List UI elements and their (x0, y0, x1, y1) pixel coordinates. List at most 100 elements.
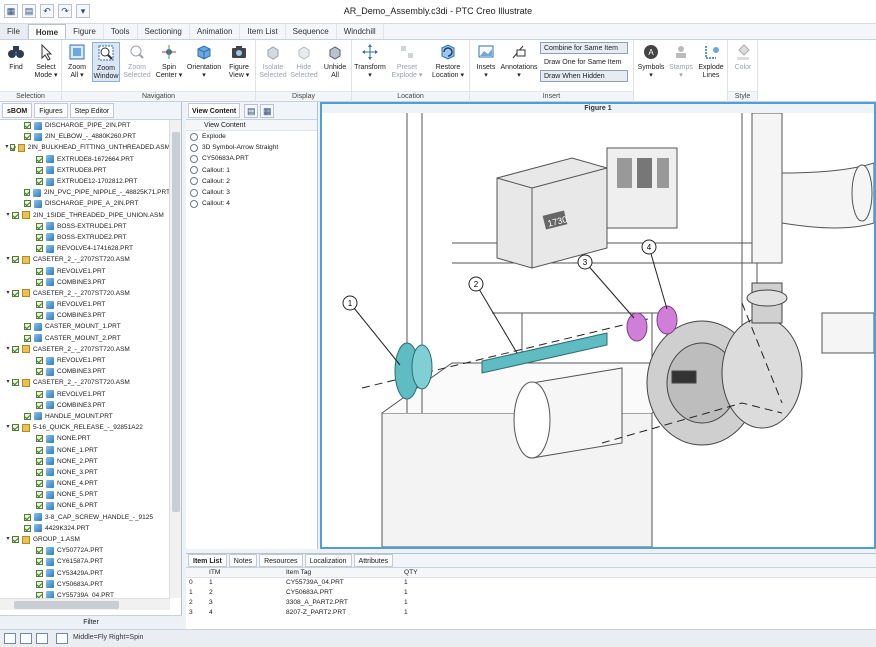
figure-view-button[interactable]: Figure View ▾ (224, 42, 254, 80)
visibility-checkbox[interactable] (36, 401, 43, 409)
tree-horizontal-scrollbar[interactable] (0, 598, 170, 610)
expand-arrow-icon[interactable]: ▾ (4, 288, 12, 299)
table-row[interactable]: 0 1 CY55739A_04.PRT 1 (186, 578, 876, 588)
view-content-item[interactable]: Explode (186, 131, 317, 142)
tree-row[interactable]: COMBINE3.PRT (0, 366, 170, 377)
tree-row[interactable]: ▾ CASETER_2_-_2707ST720.ASM (0, 288, 170, 299)
expand-arrow-icon[interactable]: ▾ (4, 344, 12, 355)
visibility-checkbox[interactable] (36, 245, 43, 253)
visibility-checkbox[interactable] (36, 468, 43, 476)
visibility-checkbox[interactable] (24, 412, 31, 420)
visibility-checkbox[interactable] (36, 569, 43, 577)
symbols-button[interactable]: A Symbols ▾ (636, 42, 666, 80)
visibility-checkbox[interactable] (24, 133, 31, 141)
color-button[interactable]: Color (730, 42, 756, 72)
tab-localization[interactable]: Localization (304, 554, 352, 567)
tree-row[interactable]: BOSS-EXTRUDE2.PRT (0, 232, 170, 243)
tree-row[interactable]: 2IN_ELBOW_-_4880K260.PRT (0, 131, 170, 142)
layout-single-icon[interactable] (4, 633, 16, 644)
callout-3[interactable]: 3 (577, 254, 635, 319)
preset-explode-button[interactable]: Preset Explode ▾ (390, 42, 424, 80)
tree-row[interactable]: NONE_4.PRT (0, 478, 170, 489)
table-row[interactable]: 2 3 3308_A_PART2.PRT 1 (186, 598, 876, 608)
tree-row[interactable]: EXTRUDE8.PRT (0, 165, 170, 176)
annotations-button[interactable]: Annotations ▾ (500, 42, 538, 80)
tree-row[interactable]: HANDLE_MOUNT.PRT (0, 411, 170, 422)
visibility-checkbox[interactable] (36, 222, 43, 230)
visibility-checkbox[interactable] (24, 323, 31, 331)
visibility-checkbox[interactable] (36, 390, 43, 398)
visibility-checkbox[interactable] (36, 166, 43, 174)
tree-hscroll-thumb[interactable] (14, 601, 119, 609)
transform-button[interactable]: Transform ▾ (352, 42, 388, 80)
visibility-checkbox[interactable] (9, 144, 16, 152)
layout-stacked-icon[interactable] (36, 633, 48, 644)
tree-row[interactable]: CY61587A.PRT (0, 556, 170, 567)
visibility-checkbox[interactable] (12, 379, 19, 387)
tree-row[interactable]: ▾ CASETER_2_-_2707ST720.ASM (0, 344, 170, 355)
visibility-checkbox[interactable] (24, 122, 31, 130)
tree-row[interactable]: ▾ 5-16_QUICK_RELEASE_-_92851A22 (0, 422, 170, 433)
tree-row[interactable]: ▾ GROUP_1.ASM (0, 534, 170, 545)
tree-row[interactable]: EXTRUDE12-1702812.PRT (0, 176, 170, 187)
table-row[interactable]: 1 2 CY50683A.PRT 1 (186, 588, 876, 598)
tree-scroll-thumb[interactable] (172, 132, 180, 512)
col-itm-header[interactable]: ITM (206, 568, 283, 577)
view-content-item[interactable]: Callout: 4 (186, 198, 317, 209)
table-row[interactable]: 3 4 8207-Z_PART2.PRT 1 (186, 608, 876, 618)
restore-location-button[interactable]: Restore Location ▾ (428, 42, 468, 80)
tree-row[interactable]: COMBINE3.PRT (0, 400, 170, 411)
tab-figure[interactable]: Figure (66, 24, 104, 39)
tab-attributes[interactable]: Attributes (353, 554, 394, 567)
tree-row[interactable]: EXTRUDE8-1672664.PRT (0, 154, 170, 165)
layout-split-icon[interactable] (20, 633, 32, 644)
visibility-checkbox[interactable] (36, 457, 43, 465)
callout-4[interactable]: 4 (641, 239, 668, 310)
tree-row[interactable]: REVOLVE1.PRT (0, 265, 170, 276)
tree-row[interactable]: CASTER_MOUNT_1.PRT (0, 321, 170, 332)
tree-row[interactable]: 4429K324.PRT (0, 523, 170, 534)
tree-row[interactable]: CASTER_MOUNT_2.PRT (0, 333, 170, 344)
visibility-checkbox[interactable] (24, 200, 31, 208)
tree-row[interactable]: DISCHARGE_PIPE_A_2IN.PRT (0, 198, 170, 209)
expand-arrow-icon[interactable]: ▾ (4, 254, 12, 265)
tree-row[interactable]: ▾ 2IN_1SIDE_THREADED_PIPE_UNION.ASM (0, 210, 170, 221)
visibility-checkbox[interactable] (36, 502, 43, 510)
navigation-mode-icon[interactable] (56, 633, 68, 644)
draw-one-same-item-option[interactable]: Draw One for Same Item (540, 56, 628, 68)
tree-row[interactable]: CY53429A.PRT (0, 568, 170, 579)
stamps-button[interactable]: Stamps ▾ (667, 42, 695, 80)
tree-row[interactable]: BOSS-EXTRUDE1.PRT (0, 221, 170, 232)
visibility-checkbox[interactable] (36, 368, 43, 376)
tab-view-content[interactable]: View Content (188, 103, 241, 118)
view-content-item[interactable]: Callout: 2 (186, 176, 317, 187)
visibility-checkbox[interactable] (36, 580, 43, 588)
tree-row[interactable]: ▾ CASETER_2_-_2707ST720.ASM (0, 254, 170, 265)
tab-resources[interactable]: Resources (259, 554, 303, 567)
tab-sectioning[interactable]: Sectioning (138, 24, 190, 39)
tree-row[interactable]: CY50772A.PRT (0, 545, 170, 556)
tab-animation[interactable]: Animation (190, 24, 241, 39)
tab-file[interactable]: File (0, 24, 28, 39)
visibility-checkbox[interactable] (12, 211, 19, 219)
tab-step-editor[interactable]: Step Editor (69, 103, 115, 118)
visibility-checkbox[interactable] (12, 345, 19, 353)
tree-row[interactable]: REVOLVE1.PRT (0, 299, 170, 310)
tree-row[interactable]: ▾ 2IN_BULKHEAD_FITTING_UNTHREADED.ASM (0, 142, 170, 153)
visibility-checkbox[interactable] (23, 189, 31, 197)
tab-item-list-panel[interactable]: Item List (188, 554, 227, 567)
tab-sequence[interactable]: Sequence (286, 24, 337, 39)
zoom-all-button[interactable]: Zoom All ▾ (64, 42, 90, 80)
visibility-checkbox[interactable] (36, 267, 43, 275)
tree-row[interactable]: COMBINE3.PRT (0, 310, 170, 321)
zoom-selected-button[interactable]: Zoom Selected (122, 42, 152, 80)
insets-button[interactable]: Insets ▾ (472, 42, 500, 80)
explode-lines-button[interactable]: Explode Lines (696, 42, 726, 80)
visibility-checkbox[interactable] (36, 446, 43, 454)
tab-home[interactable]: Home (27, 24, 67, 39)
visibility-checkbox[interactable] (36, 547, 43, 555)
view-content-item[interactable]: Callout: 3 (186, 187, 317, 198)
select-mode-button[interactable]: Select Mode ▾ (32, 42, 60, 80)
tree-row[interactable]: NONE_5.PRT (0, 489, 170, 500)
visibility-checkbox[interactable] (36, 435, 43, 443)
